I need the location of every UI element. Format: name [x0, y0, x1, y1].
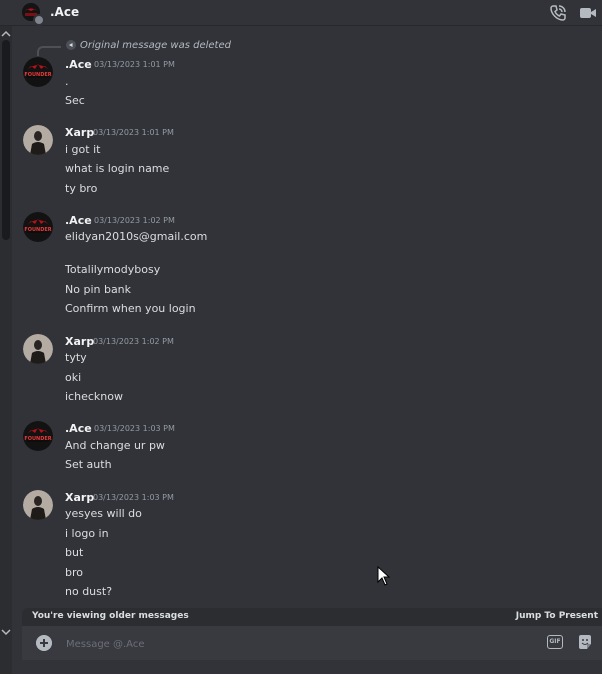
founder-badge: FOUNDER	[24, 227, 52, 233]
message-timestamp: 03/13/2023 1:01 PM	[93, 128, 174, 137]
older-messages-bar: You're viewing older messages Jump To Pr…	[22, 608, 602, 626]
message-text: Totalilymodybosy	[65, 263, 161, 276]
message-text: .	[65, 75, 69, 88]
message-text: bro	[65, 566, 83, 579]
avatar[interactable]: FOUNDER	[23, 421, 53, 451]
avatar[interactable]	[23, 334, 53, 364]
older-messages-notice: You're viewing older messages	[32, 611, 189, 621]
dm-name: .Ace	[50, 5, 80, 19]
sticker-icon[interactable]	[577, 634, 593, 650]
founder-badge: FOUNDER	[24, 72, 52, 78]
message-text: i got it	[65, 143, 101, 156]
founder-badge: FOUNDER	[24, 436, 52, 442]
message-timestamp: 03/13/2023 1:03 PM	[94, 424, 175, 433]
status-indicator	[33, 14, 45, 26]
message-text: Set auth	[65, 458, 112, 471]
message-author[interactable]: .Ace	[65, 58, 92, 71]
message-text: ichecknow	[65, 390, 123, 403]
dm-window: .Ace Original message was deleted FOUNDE…	[0, 0, 602, 674]
message-timestamp: 03/13/2023 1:03 PM	[93, 493, 174, 502]
message-text: Confirm when you login	[65, 302, 196, 315]
phone-call-icon[interactable]	[549, 4, 567, 22]
message-author[interactable]: .Ace	[65, 214, 92, 227]
reply-icon	[66, 40, 76, 50]
mouse-cursor-icon	[377, 566, 391, 586]
message-text: what is login name	[65, 162, 170, 175]
message-text: oki	[65, 371, 82, 384]
message-text: no dust?	[65, 585, 113, 598]
message-timestamp: 03/13/2023 1:02 PM	[94, 216, 175, 225]
message-timestamp: 03/13/2023 1:02 PM	[93, 337, 174, 346]
reply-connector	[37, 46, 61, 56]
channel-header: .Ace	[0, 0, 602, 26]
message-author[interactable]: Xarp	[65, 335, 94, 348]
message-author[interactable]: Xarp	[65, 491, 94, 504]
message-author[interactable]: .Ace	[65, 422, 92, 435]
add-attachment-icon[interactable]	[36, 635, 52, 651]
message-text: elidyan2010s@gmail.com	[65, 230, 208, 243]
scroll-up-arrow-icon[interactable]	[1, 30, 11, 38]
message-composer: GIF	[22, 626, 602, 660]
message-input[interactable]	[64, 634, 528, 654]
jump-to-present-button[interactable]: Jump To Present	[516, 611, 598, 621]
video-camera-icon[interactable]	[579, 4, 597, 22]
gif-button[interactable]: GIF	[547, 635, 563, 649]
scrollbar-thumb[interactable]	[2, 40, 10, 240]
deleted-message-notice: Original message was deleted	[80, 40, 231, 51]
message-text: yesyes will do	[65, 507, 142, 520]
scroll-down-arrow-icon[interactable]	[1, 628, 11, 636]
message-text: And change ur pw	[65, 439, 165, 452]
message-text: tyty	[65, 351, 87, 364]
message-text: ty bro	[65, 182, 98, 195]
message-text: i logo in	[65, 527, 109, 540]
message-text: Sec	[65, 94, 85, 107]
message-text: but	[65, 546, 84, 559]
avatar[interactable]	[23, 490, 53, 520]
message-author[interactable]: Xarp	[65, 126, 94, 139]
avatar[interactable]	[23, 125, 53, 155]
message-timestamp: 03/13/2023 1:01 PM	[94, 60, 175, 69]
avatar[interactable]: FOUNDER	[23, 57, 53, 87]
avatar[interactable]: FOUNDER	[23, 212, 53, 242]
message-text: No pin bank	[65, 283, 132, 296]
